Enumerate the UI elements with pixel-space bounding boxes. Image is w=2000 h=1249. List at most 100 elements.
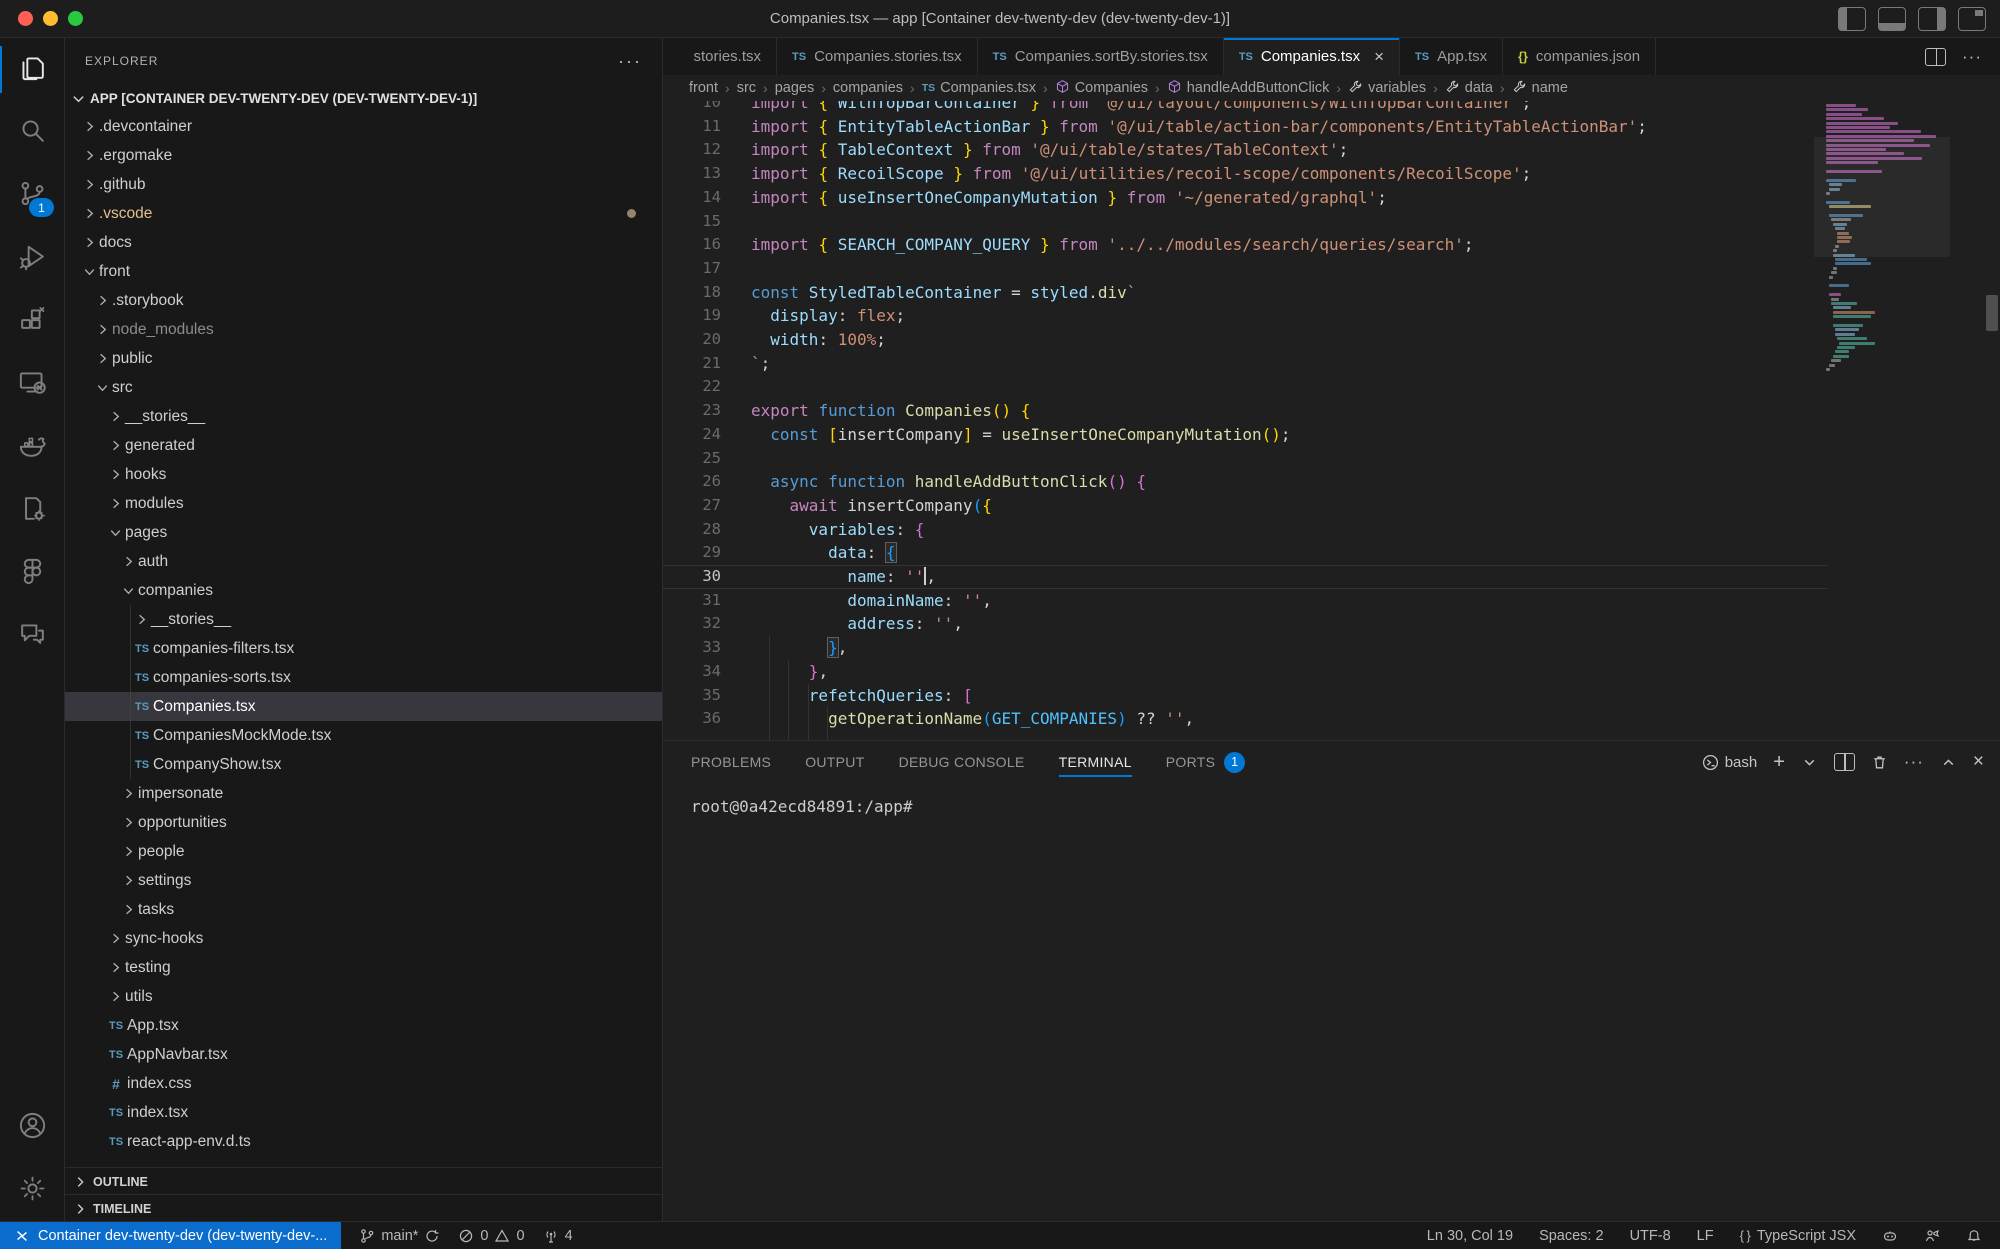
terminal-dropdown-icon[interactable]	[1801, 754, 1818, 771]
tree-folder-opportunities[interactable]: opportunities	[65, 808, 662, 837]
copilot-icon[interactable]	[1882, 1228, 1898, 1244]
breadcrumb-item-handleaddbuttonclick[interactable]: handleAddButtonClick	[1167, 79, 1330, 98]
breadcrumb-item-data[interactable]: data	[1445, 79, 1493, 98]
tab-companies.sortby.stories.tsx[interactable]: TSCompanies.sortBy.stories.tsx	[978, 38, 1224, 75]
breadcrumb-item-companies.tsx[interactable]: TSCompanies.tsx	[922, 80, 1036, 96]
tree-folder-utils[interactable]: utils	[65, 982, 662, 1011]
tab-app.tsx[interactable]: TSApp.tsx	[1400, 38, 1503, 75]
activity-bar-item-remote-explorer[interactable]	[0, 353, 64, 416]
breadcrumb-item-front[interactable]: front	[689, 80, 718, 96]
editor-more-actions-icon[interactable]: ···	[1962, 47, 1982, 67]
activity-bar-item-source-control[interactable]: 1	[0, 164, 64, 227]
tree-folder-front[interactable]: front	[65, 257, 662, 286]
terminal-prompt[interactable]: root@0a42ecd84891:/app#	[691, 797, 913, 816]
tree-folder-.ergomake[interactable]: .ergomake	[65, 141, 662, 170]
encoding-status[interactable]: UTF-8	[1630, 1228, 1671, 1244]
activity-bar-item-docker[interactable]	[0, 416, 64, 479]
git-branch-status[interactable]: main*	[359, 1228, 440, 1244]
panel-tab-ports[interactable]: PORTS1	[1166, 741, 1245, 783]
activity-bar-item-extensions[interactable]	[0, 290, 64, 353]
tree-folder-node-modules[interactable]: node_modules	[65, 315, 662, 344]
close-tab-icon[interactable]: ×	[1374, 47, 1384, 67]
panel-tab-output[interactable]: OUTPUT	[805, 741, 864, 783]
tab-companies.stories.tsx[interactable]: TSCompanies.stories.tsx	[777, 38, 978, 75]
terminal-profile[interactable]: bash	[1702, 754, 1758, 771]
activity-bar-item-accounts[interactable]	[0, 1096, 64, 1159]
activity-bar-item-run-debug[interactable]	[0, 227, 64, 290]
tab-companies.json[interactable]: {}companies.json	[1503, 38, 1656, 75]
tab-companies.tsx[interactable]: TSCompanies.tsx×	[1224, 38, 1400, 75]
tree-file-companiesmockmode.tsx[interactable]: TSCompaniesMockMode.tsx	[65, 721, 662, 750]
timeline-section[interactable]: TIMELINE	[65, 1194, 662, 1222]
tree-file-companies-filters.tsx[interactable]: TScompanies-filters.tsx	[65, 634, 662, 663]
tree-file-appnavbar.tsx[interactable]: TSAppNavbar.tsx	[65, 1040, 662, 1069]
activity-bar-item-comments[interactable]	[0, 605, 64, 668]
tree-folder-companies[interactable]: companies	[65, 576, 662, 605]
language-mode-status[interactable]: { } TypeScript JSX	[1740, 1228, 1856, 1244]
tree-file-index.css[interactable]: #index.css	[65, 1069, 662, 1098]
activity-bar-item-container-tools[interactable]	[0, 479, 64, 542]
split-editor-icon[interactable]	[1925, 48, 1946, 66]
minimap-slider[interactable]	[1814, 137, 1950, 257]
outline-section[interactable]: OUTLINE	[65, 1167, 662, 1195]
tab-stories.tsx[interactable]: stories.tsx	[663, 38, 777, 75]
tree-folder-src[interactable]: src	[65, 373, 662, 402]
tree-folder-hooks[interactable]: hooks	[65, 460, 662, 489]
tree-folder-testing[interactable]: testing	[65, 953, 662, 982]
panel-tab-terminal[interactable]: TERMINAL	[1059, 741, 1132, 783]
code-editor[interactable]: 10import { WithTopBarContainer } from '@…	[663, 101, 2000, 740]
tree-folder-public[interactable]: public	[65, 344, 662, 373]
feedback-icon[interactable]	[1924, 1228, 1940, 1244]
new-terminal-icon[interactable]: +	[1773, 755, 1785, 769]
tree-folder--stories-[interactable]: __stories__	[65, 402, 662, 431]
activity-bar-item-explorer[interactable]	[0, 38, 64, 101]
toggle-secondary-sidebar-icon[interactable]	[1918, 7, 1946, 31]
tree-folder-.vscode[interactable]: .vscode	[65, 199, 662, 228]
tree-file-index.tsx[interactable]: TSindex.tsx	[65, 1098, 662, 1127]
tree-folder-modules[interactable]: modules	[65, 489, 662, 518]
tree-folder-.devcontainer[interactable]: .devcontainer	[65, 112, 662, 141]
tree-folder-people[interactable]: people	[65, 837, 662, 866]
remote-indicator[interactable]: Container dev-twenty-dev (dev-twenty-dev…	[0, 1222, 341, 1249]
zoom-window-button[interactable]	[68, 11, 83, 26]
tree-file-companies.tsx[interactable]: TSCompanies.tsx	[65, 692, 662, 721]
kill-terminal-icon[interactable]	[1871, 754, 1888, 771]
breadcrumb-item-companies[interactable]: companies	[833, 80, 903, 96]
panel-more-actions-icon[interactable]: ···	[1904, 752, 1924, 772]
tree-file-companyshow.tsx[interactable]: TSCompanyShow.tsx	[65, 750, 662, 779]
close-window-button[interactable]	[18, 11, 33, 26]
tree-folder--stories-[interactable]: __stories__	[65, 605, 662, 634]
activity-bar-item-search[interactable]	[0, 101, 64, 164]
split-terminal-icon[interactable]	[1834, 753, 1855, 771]
breadcrumb-item-pages[interactable]: pages	[775, 80, 815, 96]
cursor-position-status[interactable]: Ln 30, Col 19	[1427, 1228, 1513, 1244]
tree-folder-impersonate[interactable]: impersonate	[65, 779, 662, 808]
tree-folder-sync-hooks[interactable]: sync-hooks	[65, 924, 662, 953]
indentation-status[interactable]: Spaces: 2	[1539, 1228, 1604, 1244]
tree-folder-.github[interactable]: .github	[65, 170, 662, 199]
activity-bar-item-settings[interactable]	[0, 1159, 64, 1222]
toggle-panel-icon[interactable]	[1878, 7, 1906, 31]
eol-status[interactable]: LF	[1697, 1228, 1714, 1244]
tree-folder-pages[interactable]: pages	[65, 518, 662, 547]
tree-file-react-app-env.d.ts[interactable]: TSreact-app-env.d.ts	[65, 1127, 662, 1156]
ports-status[interactable]: 4	[543, 1228, 573, 1244]
tree-folder-tasks[interactable]: tasks	[65, 895, 662, 924]
tree-folder-auth[interactable]: auth	[65, 547, 662, 576]
tree-folder-.storybook[interactable]: .storybook	[65, 286, 662, 315]
tree-folder-generated[interactable]: generated	[65, 431, 662, 460]
editor-scrollbar[interactable]	[1986, 295, 1998, 331]
tree-folder-settings[interactable]: settings	[65, 866, 662, 895]
minimize-window-button[interactable]	[43, 11, 58, 26]
bell-icon[interactable]	[1966, 1228, 1982, 1244]
close-panel-icon[interactable]: ×	[1973, 751, 1984, 773]
breadcrumb-item-variables[interactable]: variables	[1348, 79, 1426, 98]
problems-status[interactable]: 0 0	[458, 1228, 524, 1244]
panel-tab-debug-console[interactable]: DEBUG CONSOLE	[899, 741, 1025, 783]
customize-layout-icon[interactable]	[1958, 7, 1986, 31]
breadcrumb-item-name[interactable]: name	[1512, 79, 1568, 98]
tree-file-companies-sorts.tsx[interactable]: TScompanies-sorts.tsx	[65, 663, 662, 692]
activity-bar-item-figma[interactable]	[0, 542, 64, 605]
toggle-sidebar-icon[interactable]	[1838, 7, 1866, 31]
panel-tab-problems[interactable]: PROBLEMS	[691, 741, 771, 783]
